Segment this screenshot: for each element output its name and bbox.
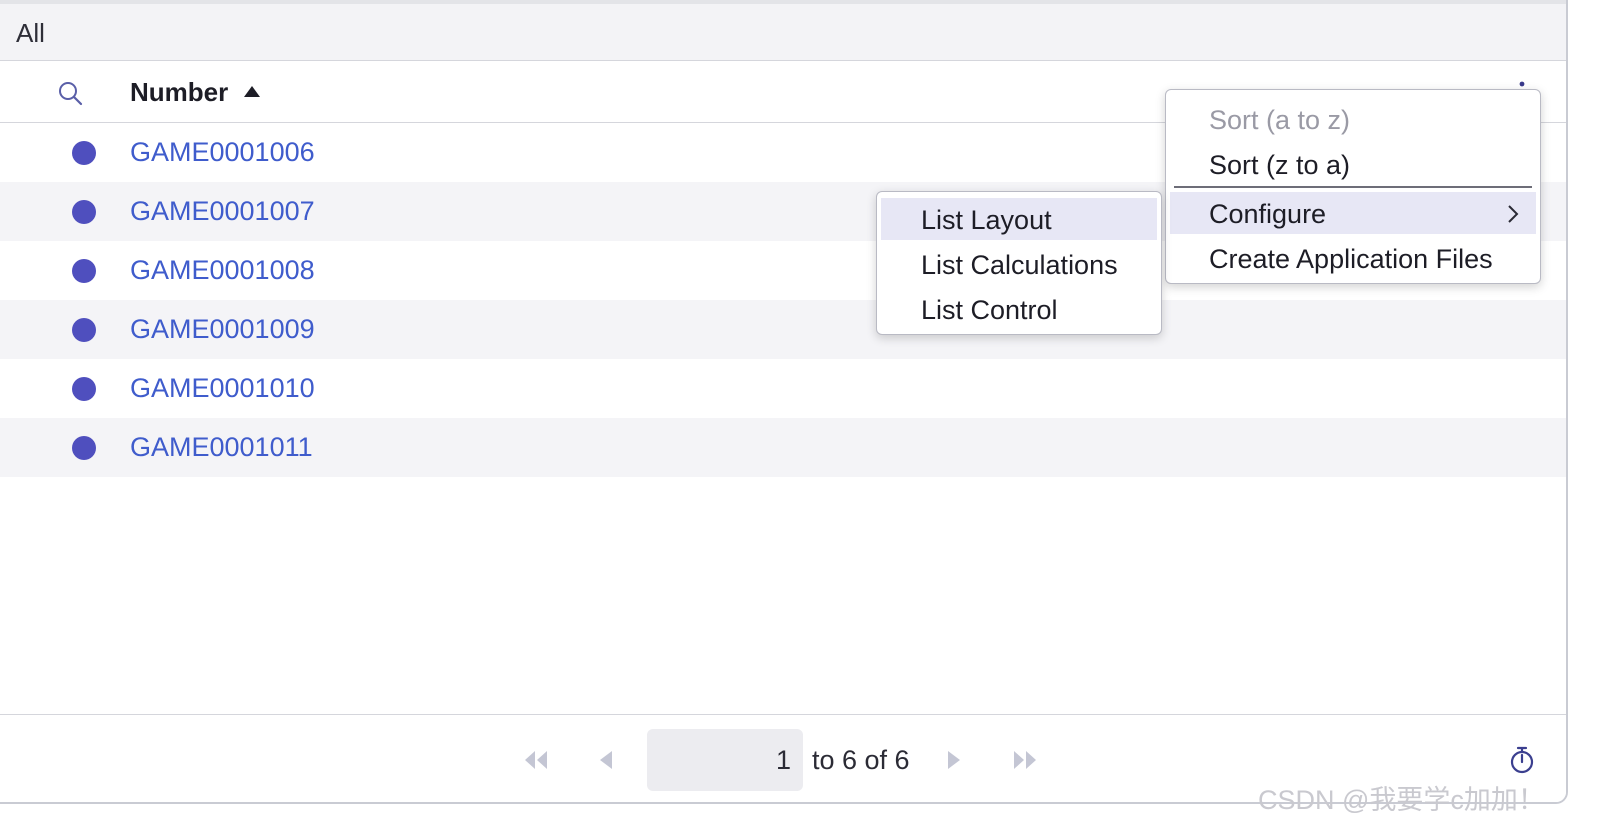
record-number-link[interactable]: GAME0001010 <box>130 373 315 404</box>
previous-page-icon[interactable] <box>598 749 624 771</box>
column-context-menu: Sort (a to z) Sort (z to a) Configure Cr… <box>1165 89 1541 284</box>
column-header-number[interactable]: Number <box>130 77 228 108</box>
search-icon[interactable] <box>56 79 84 107</box>
menu-item-configure[interactable]: Configure <box>1170 192 1536 234</box>
watermark: CSDN @我要学c加加！ <box>1258 785 1545 815</box>
sort-ascending-icon[interactable] <box>244 86 260 97</box>
first-page-icon[interactable] <box>523 749 549 771</box>
stopwatch-icon[interactable] <box>1508 745 1536 775</box>
menu-item-sort-z-to-a[interactable]: Sort (z to a) <box>1170 143 1536 185</box>
status-dot-icon <box>72 200 96 224</box>
status-dot-icon <box>72 259 96 283</box>
page-range-text: to 6 of 6 <box>812 745 910 775</box>
table-row[interactable]: GAME0001009 <box>0 300 1566 359</box>
menu-item-create-application-files[interactable]: Create Application Files <box>1170 237 1536 279</box>
submenu-item-list-layout[interactable]: List Layout <box>881 198 1157 240</box>
record-number-link[interactable]: GAME0001008 <box>130 255 315 286</box>
submenu-item-list-calculations[interactable]: List Calculations <box>881 243 1157 285</box>
status-dot-icon <box>72 436 96 460</box>
record-number-link[interactable]: GAME0001011 <box>130 432 313 463</box>
page-number-input[interactable] <box>647 729 803 791</box>
last-page-icon[interactable] <box>1012 749 1038 771</box>
record-number-link[interactable]: GAME0001006 <box>130 137 315 168</box>
status-dot-icon <box>72 377 96 401</box>
menu-divider <box>1174 186 1532 188</box>
filter-label[interactable]: All <box>16 18 45 49</box>
status-dot-icon <box>72 318 96 342</box>
record-number-link[interactable]: GAME0001007 <box>130 196 315 227</box>
table-row[interactable]: GAME0001011 <box>0 418 1566 477</box>
filter-bar: All <box>0 4 1566 61</box>
next-page-icon[interactable] <box>946 749 972 771</box>
configure-submenu: List Layout List Calculations List Contr… <box>876 191 1162 335</box>
chevron-right-icon <box>1508 205 1519 223</box>
submenu-item-list-control[interactable]: List Control <box>881 288 1157 330</box>
status-dot-icon <box>72 141 96 165</box>
record-number-link[interactable]: GAME0001009 <box>130 314 315 345</box>
menu-item-sort-a-to-z[interactable]: Sort (a to z) <box>1170 98 1536 140</box>
table-row[interactable]: GAME0001010 <box>0 359 1566 418</box>
